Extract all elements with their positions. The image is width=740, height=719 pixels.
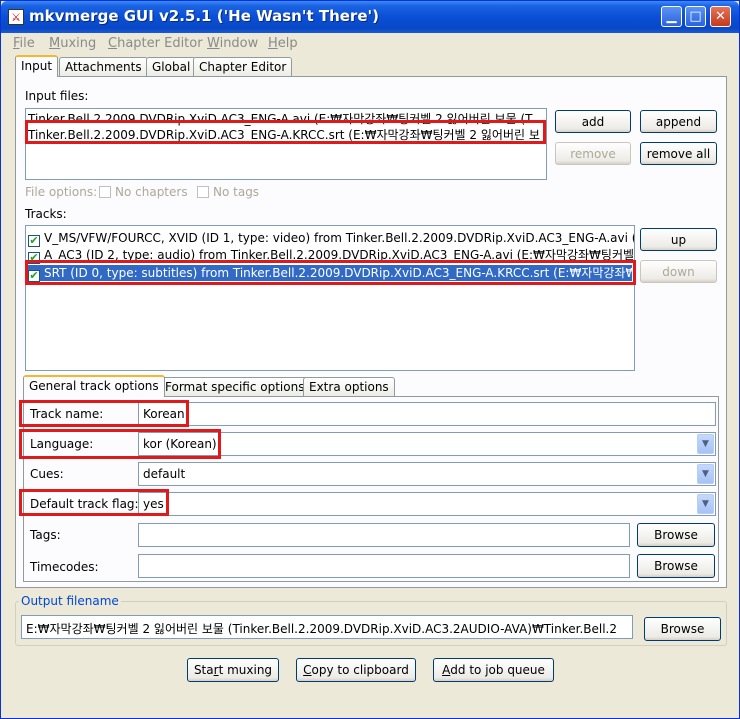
language-value: kor (Korean) <box>143 437 217 451</box>
maximize-button[interactable]: □ <box>685 6 706 27</box>
tab-input[interactable]: Input <box>15 55 59 77</box>
output-filename-field[interactable]: E:₩자막강좌₩팅커벨 2 잃어버린 보물 (Tinker.Bell.2.200… <box>21 615 633 639</box>
track-row-audio[interactable]: ✔ A_AC3 (ID 2, type: audio) from Tinker.B… <box>28 247 634 264</box>
menu-chapter-editor[interactable]: Chapter Editor <box>108 36 203 51</box>
tab-extra-options[interactable]: Extra options <box>303 377 395 397</box>
menu-window[interactable]: Window <box>207 36 258 51</box>
default-track-flag-label: Default track flag: <box>30 497 139 511</box>
minimize-icon: ▁ <box>666 9 677 24</box>
tracks-label: Tracks: <box>25 207 67 221</box>
chevron-down-icon[interactable]: ▼ <box>697 494 714 514</box>
track-name-label: Track name: <box>30 407 104 421</box>
input-files-label: Input files: <box>25 89 89 103</box>
maximize-icon: □ <box>689 9 702 24</box>
output-filename-label: Output filename <box>19 594 121 608</box>
list-item[interactable]: Tinker.Bell.2.2009.DVDRip.XviD.AC3_ENG-A… <box>28 111 532 127</box>
track-row-video[interactable]: ✔ V_MS/VFW/FOURCC, XVID (ID 1, type: vide… <box>28 230 634 247</box>
chevron-down-icon[interactable]: ▼ <box>697 464 714 484</box>
language-combo[interactable]: kor (Korean) ▼ <box>138 432 716 456</box>
timecodes-browse-button[interactable]: Browse <box>637 554 715 578</box>
tracks-list[interactable]: ✔ V_MS/VFW/FOURCC, XVID (ID 1, type: vide… <box>25 225 635 371</box>
file-options-label: File options: <box>25 185 98 199</box>
add-to-job-queue-button[interactable]: Add to job queue <box>433 658 554 682</box>
cues-combo[interactable]: default ▼ <box>138 462 716 486</box>
checkbox-icon <box>197 186 209 198</box>
tab-general-track-options[interactable]: General track options <box>23 375 165 397</box>
start-muxing-button[interactable]: Sta r t muxing <box>187 658 279 682</box>
check-icon[interactable]: ✔ <box>28 252 40 264</box>
tab-global[interactable]: Global <box>146 57 197 77</box>
down-button[interactable]: down <box>640 260 717 283</box>
tags-field[interactable] <box>138 523 630 547</box>
track-name-field[interactable]: Korean <box>138 402 716 426</box>
append-button[interactable]: append <box>640 110 717 133</box>
default-track-flag-combo[interactable]: yes ▼ <box>138 492 716 516</box>
tab-chapter-editor[interactable]: Chapter Editor <box>193 57 293 77</box>
timecodes-field[interactable] <box>138 554 630 578</box>
menu-bar: File Muxing Chapter Editor Window Help <box>1 33 739 53</box>
cues-value: default <box>143 467 186 481</box>
no-chapters-checkbox[interactable]: No chapters <box>99 185 188 199</box>
chevron-down-icon[interactable]: ▼ <box>697 434 714 454</box>
minimize-button[interactable]: ▁ <box>661 6 682 27</box>
remove-button[interactable]: remove <box>555 142 631 165</box>
app-icon: ⚔ <box>8 9 24 25</box>
tags-browse-button[interactable]: Browse <box>637 523 715 547</box>
menu-file[interactable]: File <box>13 36 35 51</box>
mkvmerge-window: ⚔ mkvmerge GUI v2.5.1 ('He Wasn't There'… <box>0 0 740 719</box>
window-title: mkvmerge GUI v2.5.1 ('He Wasn't There') <box>29 7 379 25</box>
input-files-list[interactable]: Tinker.Bell.2.2009.DVDRip.XviD.AC3_ENG-A… <box>25 108 547 180</box>
copy-to-clipboard-button[interactable]: Copy to clipboard <box>296 658 416 682</box>
track-row-subtitles[interactable]: ✔ SRT (ID 0, type: subtitles) from Tinker… <box>28 265 634 282</box>
list-item[interactable]: Tinker.Bell.2.2009.DVDRip.XviD.AC3_ENG-A… <box>28 127 540 143</box>
add-button[interactable]: add <box>555 110 631 133</box>
close-icon: ✕ <box>715 9 726 24</box>
tags-label: Tags: <box>30 528 61 542</box>
tab-attachments[interactable]: Attachments <box>59 57 148 77</box>
tab-format-specific-options[interactable]: Format specific options <box>159 377 311 397</box>
close-button[interactable]: ✕ <box>710 6 731 27</box>
general-track-options-panel: Track name: Korean Language: kor (Korean… <box>23 396 719 582</box>
menu-muxing[interactable]: Muxing <box>49 36 96 51</box>
check-icon[interactable]: ✔ <box>28 235 40 247</box>
input-panel: Input files: Tinker.Bell.2.2009.DVDRip.X… <box>15 76 727 588</box>
language-label: Language: <box>30 437 94 451</box>
cues-label: Cues: <box>30 467 64 481</box>
remove-all-button[interactable]: remove all <box>640 142 717 165</box>
no-tags-checkbox[interactable]: No tags <box>197 185 259 199</box>
check-icon[interactable]: ✔ <box>28 270 40 282</box>
default-track-flag-value: yes <box>143 497 164 511</box>
output-browse-button[interactable]: Browse <box>644 617 721 641</box>
title-bar[interactable]: ⚔ mkvmerge GUI v2.5.1 ('He Wasn't There'… <box>1 1 739 33</box>
checkbox-icon <box>99 186 111 198</box>
up-button[interactable]: up <box>640 228 717 251</box>
timecodes-label: Timecodes: <box>30 560 99 574</box>
menu-help[interactable]: Help <box>268 36 298 51</box>
